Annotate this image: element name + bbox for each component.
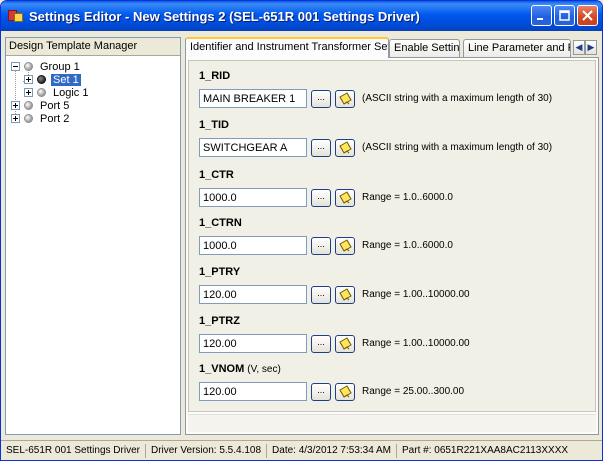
more-button[interactable]: ...	[311, 138, 331, 157]
status-dot-icon	[37, 88, 46, 97]
note-button[interactable]	[335, 138, 355, 157]
tree-item-port-5[interactable]: Port 5	[11, 99, 71, 112]
setting-value-input[interactable]	[199, 334, 307, 353]
maximize-icon	[559, 10, 570, 21]
setting-value-input[interactable]	[199, 89, 307, 108]
collapse-icon[interactable]	[11, 62, 20, 71]
close-button[interactable]	[577, 5, 598, 26]
status-driver: SEL-651R 001 Settings Driver	[1, 443, 146, 458]
note-button[interactable]	[335, 89, 355, 108]
setting-label: 1_TID	[199, 119, 229, 131]
more-button[interactable]: ...	[311, 236, 331, 255]
close-icon	[582, 10, 593, 21]
note-button[interactable]	[335, 236, 355, 255]
design-template-manager-panel: Design Template Manager Group 1 Set 1 Lo…	[5, 37, 181, 435]
status-part-number: Part #: 0651R221XAA8AC2113XXXX	[402, 444, 569, 456]
more-button[interactable]: ...	[311, 334, 331, 353]
note-button[interactable]	[335, 334, 355, 353]
horizontal-scrollbar[interactable]	[188, 414, 596, 432]
setting-hint: Range = 1.00..10000.00	[362, 338, 470, 349]
expand-icon[interactable]	[24, 88, 33, 97]
more-button[interactable]: ...	[311, 89, 331, 108]
note-icon	[339, 140, 352, 154]
tree-item-set-1[interactable]: Set 1	[24, 73, 81, 86]
more-button[interactable]: ...	[311, 188, 331, 207]
window-title: Settings Editor - New Settings 2 (SEL-65…	[29, 8, 420, 24]
tab-scroll-left-icon[interactable]: ◀	[573, 40, 585, 55]
setting-hint: Range = 1.0..6000.0	[362, 240, 453, 251]
setting-value-input[interactable]	[199, 382, 307, 401]
tree-item-logic-1[interactable]: Logic 1	[24, 86, 90, 99]
panel-header: Design Template Manager	[6, 38, 180, 56]
setting-hint: (ASCII string with a maximum length of 3…	[362, 93, 553, 104]
tab-scroll-buttons: ◀ ▶	[573, 40, 597, 55]
minimize-icon	[537, 18, 543, 20]
setting-label: 1_PTRZ	[199, 315, 240, 327]
note-button[interactable]	[335, 382, 355, 401]
setting-value-input[interactable]	[199, 236, 307, 255]
note-button[interactable]	[335, 188, 355, 207]
note-icon	[339, 190, 352, 204]
setting-label: 1_CTR	[199, 169, 234, 181]
status-bar: SEL-651R 001 Settings Driver Driver Vers…	[1, 440, 602, 460]
status-driver-version: Driver Version: 5.5.4.108	[146, 443, 268, 458]
note-icon	[339, 384, 352, 398]
status-dot-icon	[24, 62, 33, 71]
setting-label: 1_RID	[199, 70, 231, 82]
window-controls	[531, 5, 598, 26]
tree-item-label: Logic 1	[53, 86, 89, 99]
setting-hint: (ASCII string with a maximum length of 3…	[362, 142, 553, 153]
minimize-button[interactable]	[531, 5, 552, 26]
tab-page: 1_RID ... (ASCII string with a maximum l…	[185, 57, 599, 435]
tree-item-label: Group 1	[40, 60, 80, 73]
note-icon	[339, 91, 352, 105]
tree-item-label: Set 1	[51, 73, 81, 86]
note-icon	[339, 238, 352, 252]
settings-panel: Identifier and Instrument Transformer Se…	[185, 37, 599, 435]
setting-label: 1_VNOM (V, sec)	[199, 363, 281, 375]
status-dot-icon	[37, 75, 46, 84]
tree-item-port-2[interactable]: Port 2	[11, 112, 71, 125]
status-date: Date: 4/3/2012 7:53:34 AM	[267, 443, 398, 458]
status-dot-icon	[24, 101, 33, 110]
setting-value-input[interactable]	[199, 188, 307, 207]
expand-icon[interactable]	[11, 101, 20, 110]
setting-label: 1_PTRY	[199, 266, 241, 278]
more-button[interactable]: ...	[311, 285, 331, 304]
setting-1-ctr: 1_CTR ... Range = 1.0..6000.0	[199, 168, 453, 207]
settings-editor-window: Settings Editor - New Settings 2 (SEL-65…	[0, 0, 603, 461]
setting-1-ptrz: 1_PTRZ ... Range = 1.00..10000.00	[199, 314, 470, 353]
setting-hint: Range = 25.00..300.00	[362, 386, 465, 397]
tab-identifier-instrument-transformer[interactable]: Identifier and Instrument Transformer Se…	[185, 37, 389, 58]
maximize-button[interactable]	[554, 5, 575, 26]
title-bar[interactable]: Settings Editor - New Settings 2 (SEL-65…	[1, 1, 602, 31]
tree-item-label: Port 2	[40, 112, 70, 125]
setting-hint: Range = 1.0..6000.0	[362, 192, 453, 203]
status-dot-icon	[24, 114, 33, 123]
app-icon	[8, 8, 24, 24]
setting-label: 1_CTRN	[199, 217, 242, 229]
tree-item-group-1[interactable]: Group 1	[11, 60, 82, 73]
setting-1-tid: 1_TID ... (ASCII string with a maximum l…	[199, 118, 552, 157]
setting-1-ctrn: 1_CTRN ... Range = 1.0..6000.0	[199, 216, 453, 255]
setting-1-ptry: 1_PTRY ... Range = 1.00..10000.00	[199, 265, 470, 304]
note-icon	[339, 287, 352, 301]
setting-1-rid: 1_RID ... (ASCII string with a maximum l…	[199, 69, 552, 108]
setting-1-vnom: 1_VNOM(V, sec) ... Range = 25.00..300.00	[199, 362, 464, 401]
setting-value-input[interactable]	[199, 285, 307, 304]
note-icon	[339, 336, 352, 350]
tab-line-parameter-fault[interactable]: Line Parameter and Fault	[463, 39, 571, 57]
tab-scroll-right-icon[interactable]: ▶	[585, 40, 597, 55]
setting-hint: Range = 1.00..10000.00	[362, 289, 470, 300]
tab-enable-settings[interactable]: Enable Settings	[389, 39, 460, 57]
tab-strip: Identifier and Instrument Transformer Se…	[185, 37, 599, 58]
settings-list: 1_RID ... (ASCII string with a maximum l…	[188, 60, 596, 412]
expand-icon[interactable]	[24, 75, 33, 84]
more-button[interactable]: ...	[311, 382, 331, 401]
setting-value-input[interactable]	[199, 138, 307, 157]
tree-item-label: Port 5	[40, 99, 70, 112]
note-button[interactable]	[335, 285, 355, 304]
expand-icon[interactable]	[11, 114, 20, 123]
